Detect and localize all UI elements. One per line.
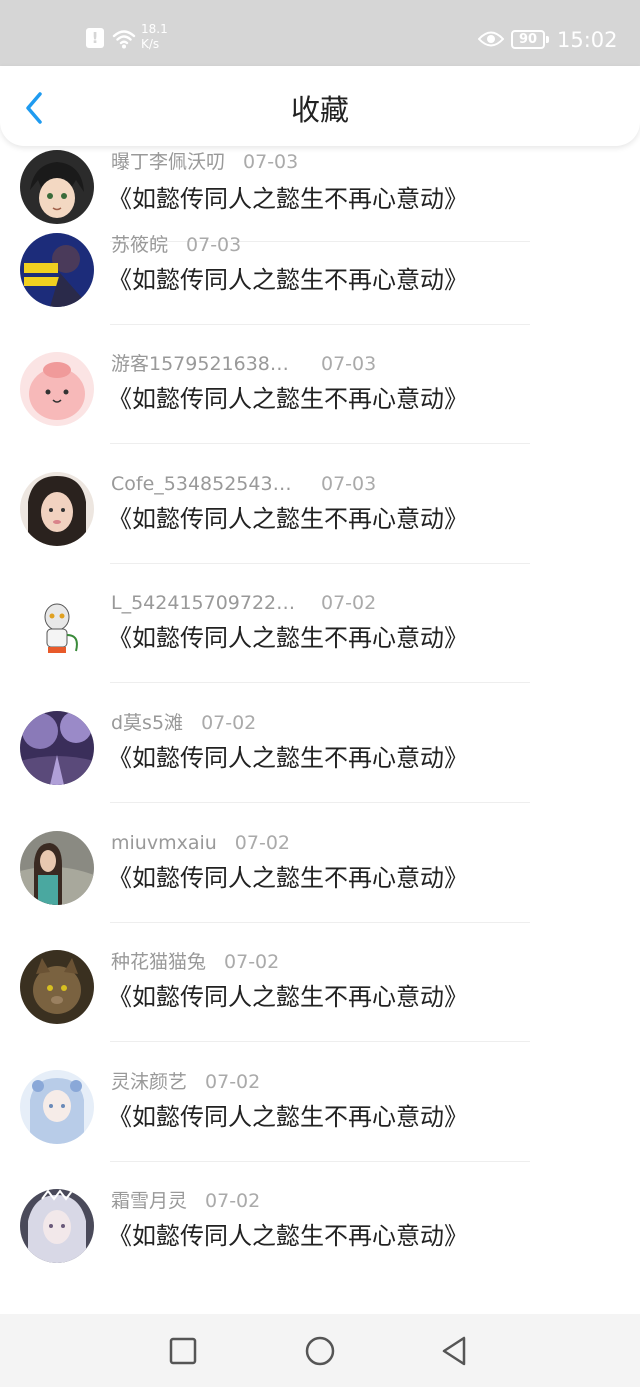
item-meta: Cofe_534852543… 07-03: [111, 472, 376, 496]
item-meta: 苏筱皖 07-03: [111, 233, 241, 257]
story-title[interactable]: 《如懿传同人之懿生不再心意动》: [108, 743, 468, 773]
story-title[interactable]: 《如懿传同人之懿生不再心意动》: [108, 863, 468, 893]
user-name[interactable]: miuvmxaiu: [111, 831, 217, 855]
list-item[interactable]: 苏筱皖 07-03 《如懿传同人之懿生不再心意动》: [0, 232, 640, 356]
divider: [110, 1041, 530, 1043]
list-item[interactable]: 灵沫颜艺 07-02 《如懿传同人之懿生不再心意动》: [0, 1069, 640, 1193]
story-title[interactable]: 《如懿传同人之懿生不再心意动》: [108, 623, 468, 653]
user-name[interactable]: 曝丁李佩沃叨: [111, 150, 225, 174]
user-avatar[interactable]: [20, 150, 94, 224]
wifi-icon: [112, 30, 136, 49]
story-title[interactable]: 《如懿传同人之懿生不再心意动》: [108, 1102, 468, 1132]
triangle-back-icon[interactable]: [438, 1334, 472, 1368]
story-title[interactable]: 《如懿传同人之懿生不再心意动》: [108, 265, 468, 295]
user-avatar[interactable]: [20, 830, 94, 905]
user-name[interactable]: 游客1579521638…: [111, 352, 303, 376]
item-meta: 游客1579521638… 07-03: [111, 352, 376, 376]
list-item[interactable]: 游客1579521638… 07-03 《如懿传同人之懿生不再心意动》: [0, 352, 640, 475]
story-title[interactable]: 《如懿传同人之懿生不再心意动》: [108, 384, 468, 414]
list-item[interactable]: miuvmxaiu 07-02 《如懿传同人之懿生不再心意动》: [0, 830, 640, 954]
user-name[interactable]: 灵沫颜艺: [111, 1070, 187, 1094]
network-speed-value: 18.1: [141, 22, 168, 36]
user-avatar[interactable]: [20, 1189, 94, 1264]
user-avatar[interactable]: [20, 352, 94, 427]
item-date: 07-03: [321, 353, 377, 376]
eye-comfort-icon: [478, 31, 504, 47]
item-meta: 种花猫猫兔 07-02: [111, 950, 279, 974]
divider: [110, 443, 530, 445]
user-name[interactable]: 种花猫猫兔: [111, 950, 206, 974]
list-item[interactable]: L_542415709722… 07-02 《如懿传同人之懿生不再心意动》: [0, 591, 640, 714]
divider: [110, 801, 530, 803]
circle-icon[interactable]: [303, 1334, 337, 1368]
story-title[interactable]: 《如懿传同人之懿生不再心意动》: [108, 982, 468, 1012]
item-meta: 曝丁李佩沃叨 07-03: [111, 150, 298, 174]
user-name[interactable]: d莫s5滩: [111, 711, 183, 735]
item-date: 07-02: [205, 1070, 261, 1093]
user-name[interactable]: 苏筱皖: [111, 233, 168, 257]
divider: [110, 921, 530, 923]
notification-alert-icon: !: [86, 28, 104, 48]
divider: [110, 1160, 530, 1162]
list-item[interactable]: Cofe_534852543… 07-03 《如懿传同人之懿生不再心意动》: [0, 471, 640, 595]
item-date: 07-02: [321, 592, 377, 615]
user-avatar[interactable]: [20, 710, 94, 785]
list-item[interactable]: 曝丁李佩沃叨 07-03 《如懿传同人之懿生不再心意动》: [0, 146, 640, 242]
story-title[interactable]: 《如懿传同人之懿生不再心意动》: [108, 1221, 468, 1251]
battery-indicator: 90: [511, 30, 549, 49]
user-name[interactable]: 霜雪月灵: [111, 1189, 187, 1213]
story-title[interactable]: 《如懿传同人之懿生不再心意动》: [108, 184, 468, 214]
item-meta: 灵沫颜艺 07-02: [111, 1070, 260, 1094]
page-title: 收藏: [290, 93, 349, 127]
system-nav-bar: [0, 1314, 640, 1387]
user-name[interactable]: Cofe_534852543…: [111, 472, 303, 496]
user-avatar[interactable]: [20, 232, 94, 307]
square-icon[interactable]: [166, 1334, 200, 1368]
story-title[interactable]: 《如懿传同人之懿生不再心意动》: [108, 504, 468, 534]
favorites-list: 曝丁李佩沃叨 07-03 《如懿传同人之懿生不再心意动》 苏筱皖 07-03 《如懿…: [0, 146, 640, 1314]
network-speed-unit: K/s: [141, 37, 160, 51]
divider: [110, 562, 530, 564]
item-date: 07-03: [243, 151, 299, 173]
list-item[interactable]: d莫s5滩 07-02 《如懿传同人之懿生不再心意动》: [0, 710, 640, 834]
divider: [110, 323, 530, 325]
user-name[interactable]: L_542415709722…: [111, 591, 303, 615]
item-date: 07-02: [201, 711, 257, 734]
user-avatar[interactable]: [20, 591, 94, 666]
divider: [110, 682, 530, 684]
item-date: 07-02: [234, 831, 291, 854]
item-date: 07-03: [321, 472, 377, 495]
user-avatar[interactable]: [20, 471, 94, 546]
status-bar: ! 18.1 K/s 90 15:02: [0, 0, 640, 66]
list-item[interactable]: 霜雪月灵 07-02 《如懿传同人之懿生不再心意动》: [0, 1189, 640, 1312]
user-avatar[interactable]: [20, 1069, 94, 1144]
item-meta: d莫s5滩 07-02: [111, 711, 256, 735]
user-avatar[interactable]: [20, 950, 94, 1025]
network-speed: 18.1 K/s: [141, 22, 168, 52]
item-date: 07-02: [224, 951, 280, 974]
status-time: 15:02: [557, 28, 618, 52]
item-meta: L_542415709722… 07-02: [111, 591, 376, 615]
item-meta: 霜雪月灵 07-02: [111, 1189, 260, 1213]
top-header: 收藏: [0, 66, 640, 146]
item-meta: miuvmxaiu 07-02: [111, 831, 290, 855]
list-item[interactable]: 种花猫猫兔 07-02 《如懿传同人之懿生不再心意动》: [0, 950, 640, 1073]
item-date: 07-02: [205, 1190, 261, 1213]
item-date: 07-03: [186, 233, 242, 256]
